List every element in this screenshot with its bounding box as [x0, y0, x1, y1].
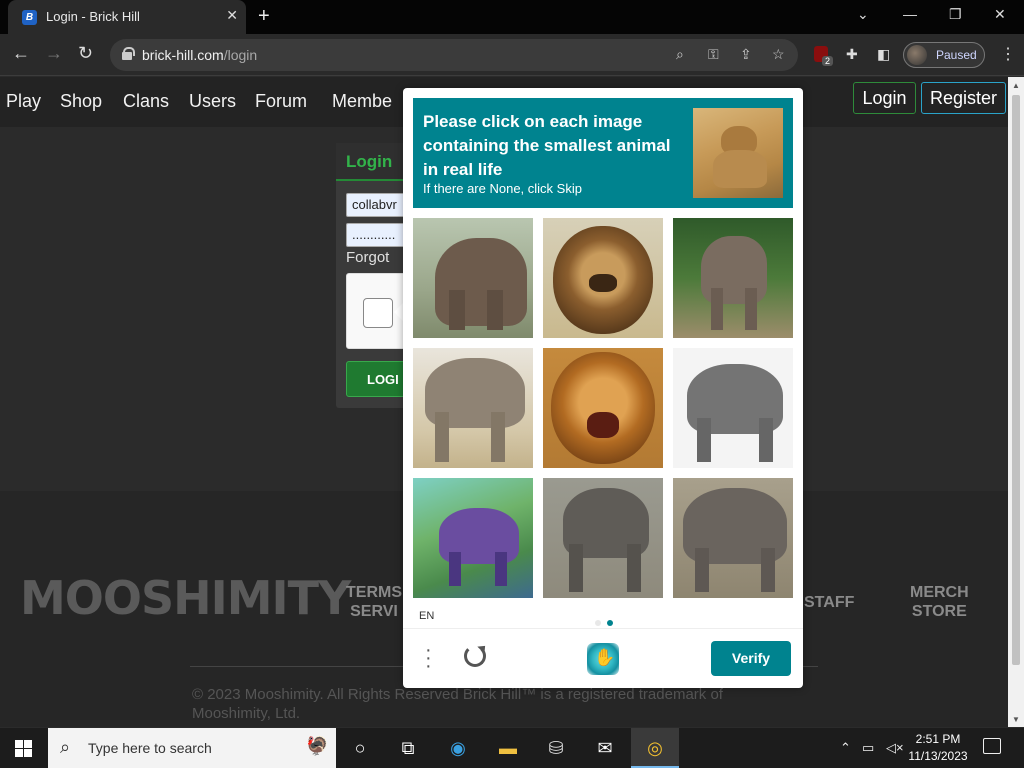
challenge-question: Please click on each image containing th… — [423, 112, 671, 179]
captcha-checkbox[interactable] — [363, 298, 393, 328]
share-icon[interactable]: ⇪ — [740, 46, 752, 63]
show-hidden-icons-icon[interactable]: ⌃ — [840, 740, 851, 756]
footer-terms-link[interactable]: TERMS SERVI — [346, 583, 402, 621]
search-icon[interactable]: ⌕ — [676, 46, 684, 63]
image-tile-8[interactable] — [543, 478, 663, 598]
nav-membership[interactable]: Membe — [332, 91, 392, 112]
challenge-subtext: If there are None, click Skip — [423, 181, 582, 196]
image-tile-5[interactable] — [543, 348, 663, 468]
extensions-puzzle-icon[interactable]: ✚ — [846, 46, 858, 63]
minimize-icon[interactable]: — — [903, 6, 917, 22]
nav-clans[interactable]: Clans — [123, 91, 169, 112]
profile-button[interactable]: Paused — [903, 42, 985, 68]
nav-play[interactable]: Play — [6, 91, 41, 112]
nav-users[interactable]: Users — [189, 91, 236, 112]
language-selector[interactable]: EN — [419, 610, 434, 622]
address-toolbar: ← → ↻ brick-hill.com/login ⌕ ⚿ ⇪ ☆ 2 ✚ ◧… — [0, 34, 1024, 76]
nav-forum[interactable]: Forum — [255, 91, 307, 112]
taskbar-search-box[interactable]: ⌕ Type here to search 🦃 — [48, 728, 336, 768]
network-icon[interactable]: ▭ — [862, 740, 874, 756]
scrollbar-thumb[interactable] — [1012, 95, 1020, 665]
footer-merch-link[interactable]: MERCH STORE — [910, 583, 969, 621]
mail-icon[interactable]: ✉ — [593, 736, 617, 760]
browser-tab-strip: B Login - Brick Hill ✕ + ⌄ — ❐ ✕ — [0, 0, 1024, 34]
system-clock[interactable]: 2:51 PM 11/13/2023 — [906, 731, 970, 765]
profile-status: Paused — [936, 48, 977, 62]
notification-center-icon[interactable] — [983, 738, 1001, 754]
image-tile-7[interactable] — [413, 478, 533, 598]
terms-line-2: SERVI — [350, 603, 398, 620]
page-dot-2 — [607, 620, 613, 626]
clock-date: 11/13/2023 — [908, 749, 968, 763]
image-tile-9[interactable] — [673, 478, 793, 598]
challenge-prompt: Please click on each image containing th… — [413, 98, 793, 208]
terms-line-1: TERMS — [346, 584, 402, 601]
close-tab-icon[interactable]: ✕ — [226, 7, 238, 24]
close-window-icon[interactable]: ✕ — [994, 6, 1006, 23]
refresh-challenge-icon[interactable] — [464, 645, 486, 667]
search-placeholder: Type here to search — [88, 740, 212, 756]
mooshimity-logo[interactable]: MOOSHIMITY — [20, 571, 351, 625]
task-view-icon[interactable]: ⧉ — [396, 736, 420, 760]
hcaptcha-logo-icon[interactable] — [587, 643, 619, 675]
restore-icon[interactable]: ❐ — [949, 6, 962, 23]
clock-time: 2:51 PM — [915, 732, 961, 746]
reload-icon[interactable]: ↻ — [78, 43, 93, 64]
new-tab-icon[interactable]: + — [258, 5, 270, 28]
forward-icon[interactable]: → — [45, 43, 63, 64]
side-panel-icon[interactable]: ◧ — [877, 46, 890, 63]
cortana-icon[interactable]: ○ — [348, 736, 372, 760]
forgot-password-link[interactable]: Forgot — [346, 249, 389, 266]
ublock-badge: 2 — [822, 56, 834, 66]
tab-search-chevron-icon[interactable]: ⌄ — [857, 6, 869, 23]
footer-staff-link[interactable]: STAFF — [804, 593, 854, 612]
image-tile-6[interactable] — [673, 348, 793, 468]
edge-icon[interactable]: ◉ — [446, 736, 470, 760]
tab-login[interactable]: B Login - Brick Hill ✕ — [8, 0, 246, 34]
merch-line-1: MERCH — [910, 584, 969, 601]
scroll-down-icon[interactable]: ▼ — [1012, 715, 1020, 724]
key-icon[interactable]: ⚿ — [708, 46, 719, 63]
search-highlight-icon: 🦃 — [306, 736, 329, 756]
bookmark-star-icon[interactable]: ☆ — [772, 46, 785, 63]
avatar — [907, 45, 927, 65]
more-options-icon[interactable]: · · · — [425, 640, 432, 676]
scroll-up-icon[interactable]: ▲ — [1012, 81, 1020, 90]
chrome-icon: ◎ — [647, 738, 663, 758]
verify-button[interactable]: Verify — [711, 641, 791, 676]
merch-line-2: STORE — [911, 603, 967, 620]
back-icon[interactable]: ← — [12, 43, 30, 64]
chrome-taskbar-button[interactable]: ◎ — [631, 728, 679, 768]
nav-shop[interactable]: Shop — [60, 91, 102, 112]
brick-hill-favicon-icon: B — [22, 10, 37, 25]
copyright-text: © 2023 Mooshimity. All Rights Reserved B… — [192, 686, 723, 722]
page-dot-1 — [595, 620, 601, 626]
image-tile-1[interactable] — [413, 218, 533, 338]
browser-menu-icon[interactable]: ⋮ — [1000, 44, 1016, 64]
image-tile-4[interactable] — [413, 348, 533, 468]
image-tile-2[interactable] — [543, 218, 663, 338]
nav-login-button[interactable]: Login — [853, 82, 916, 114]
address-bar[interactable]: brick-hill.com/login ⌕ ⚿ ⇪ ☆ — [110, 39, 798, 71]
captcha-footer-divider — [403, 628, 803, 629]
windows-start-icon[interactable] — [15, 740, 32, 757]
url-text[interactable]: brick-hill.com/login — [142, 47, 257, 63]
image-tile-3[interactable] — [673, 218, 793, 338]
store-icon[interactable]: ⛁ — [544, 736, 568, 760]
volume-muted-icon[interactable]: ◁× — [886, 740, 904, 756]
tab-title: Login - Brick Hill — [46, 9, 140, 24]
lock-icon[interactable] — [122, 47, 135, 60]
nav-register-button[interactable]: Register — [921, 82, 1006, 114]
file-explorer-icon[interactable]: ▬ — [496, 736, 520, 760]
reference-lion-image — [693, 108, 783, 198]
page-scrollbar[interactable]: ▲ ▼ — [1008, 77, 1024, 727]
search-icon: ⌕ — [60, 737, 71, 757]
hcaptcha-challenge: Please click on each image containing th… — [403, 88, 803, 688]
challenge-image-grid — [413, 218, 793, 598]
windows-taskbar: ⌕ Type here to search 🦃 ○ ⧉ ◉ ▬ ⛁ ✉ ◎ ⌃ … — [0, 728, 1024, 768]
